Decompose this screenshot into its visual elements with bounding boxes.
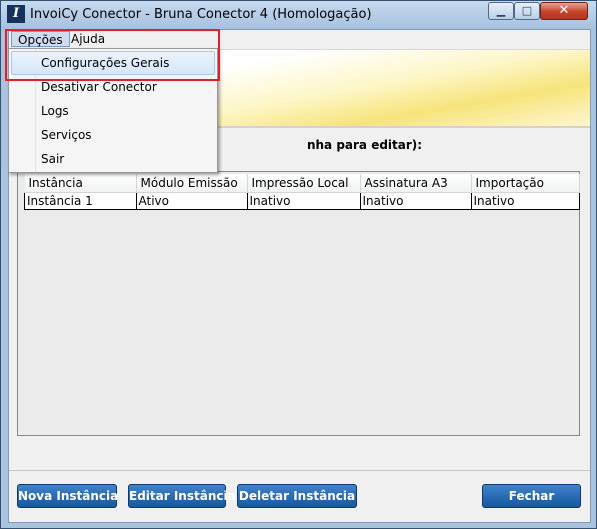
window-title: InvoiCy Conector - Bruna Conector 4 (Hom… (30, 7, 372, 22)
table-row[interactable]: Instância 1 Ativo Inativo Inativo Inativ… (24, 192, 580, 210)
column-header-instancia[interactable]: Instância (24, 174, 137, 193)
table-cell[interactable]: Instância 1 (24, 192, 137, 210)
table-cell[interactable]: Inativo (246, 192, 361, 210)
table-header-row: Instância Módulo Emissão Impressão Local… (24, 174, 580, 193)
app-window: I InvoiCy Conector - Bruna Conector 4 (H… (0, 0, 597, 529)
table-cell[interactable]: Ativo (135, 192, 248, 210)
close-button[interactable]: Fechar (482, 484, 581, 508)
column-header-importacao[interactable]: Importação (471, 174, 580, 193)
column-header-impressao-local[interactable]: Impressão Local (247, 174, 361, 193)
main-panel: Selecione uma instância (duplo clique na… (9, 128, 590, 522)
edit-instance-button[interactable]: Editar Instância (128, 484, 236, 508)
instruction-text: nha para editar): (306, 138, 423, 152)
close-window-button[interactable]: ✕ (540, 2, 588, 20)
menu-item-logs[interactable]: Logs (11, 99, 215, 123)
instances-grid[interactable]: Instância Módulo Emissão Impressão Local… (17, 171, 580, 436)
minimize-button[interactable]: ▁ (488, 2, 514, 20)
table-cell[interactable]: Inativo (359, 192, 472, 210)
column-header-modulo-emissao[interactable]: Módulo Emissão (136, 174, 248, 193)
menu-item-desativar-conector[interactable]: Desativar Conector (11, 75, 215, 99)
menu-opcoes[interactable]: Opções (11, 31, 70, 47)
menu-item-sair[interactable]: Sair (11, 147, 215, 171)
footer-divider (9, 470, 590, 471)
menu-bar: Opções Ajuda (9, 30, 590, 50)
delete-instance-button[interactable]: Deletar Instância (237, 484, 357, 508)
opcoes-dropdown-menu: Configurações Gerais Desativar Conector … (8, 48, 218, 173)
menu-item-servicos[interactable]: Serviços (11, 123, 215, 147)
title-bar[interactable]: I InvoiCy Conector - Bruna Conector 4 (H… (1, 1, 596, 29)
new-instance-button[interactable]: Nova Instância (17, 484, 118, 508)
column-header-assinatura-a3[interactable]: Assinatura A3 (360, 174, 472, 193)
table-cell[interactable]: Inativo (470, 192, 580, 210)
maximize-button[interactable]: □ (514, 2, 540, 20)
instances-table: Instância Módulo Emissão Impressão Local… (24, 174, 580, 210)
menu-ajuda[interactable]: Ajuda (65, 31, 111, 47)
invoicy-app-icon: I (7, 5, 25, 23)
menu-item-configuracoes-gerais[interactable]: Configurações Gerais (11, 51, 215, 75)
